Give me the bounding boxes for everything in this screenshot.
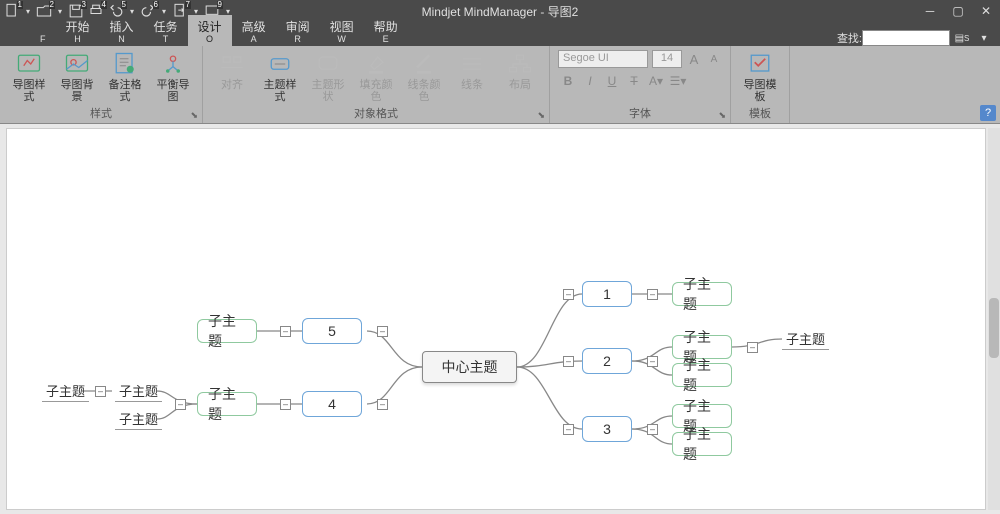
dialog-launcher-icon[interactable]: ⬊ xyxy=(190,110,198,121)
fill-color-button: 填充颜色 xyxy=(355,50,397,104)
font-size-select[interactable]: 14 xyxy=(652,50,682,68)
grow-font-icon[interactable]: A xyxy=(686,52,702,67)
topic-right-3[interactable]: 3 xyxy=(582,416,632,442)
map-background-button[interactable]: 导图背景 xyxy=(56,50,98,104)
scrollbar-thumb[interactable] xyxy=(989,298,999,358)
tab-review[interactable]: 审阅R xyxy=(276,15,320,46)
connector-lines xyxy=(7,129,985,509)
notes-format-button[interactable]: 备注格式 xyxy=(104,50,146,104)
collapse-toggle[interactable]: – xyxy=(175,399,186,410)
ribbon: 导图样式 导图背景 备注格式 平衡导图 样式⬊ 对齐 主题样式 主题形状 填充颜… xyxy=(0,46,1000,124)
highlight-button[interactable]: ☰▾ xyxy=(668,72,688,90)
subtopic[interactable]: 子主题 xyxy=(672,432,732,456)
central-topic[interactable]: 中心主题 xyxy=(422,351,517,383)
map-style-button[interactable]: 导图样式 xyxy=(8,50,50,104)
help-icon[interactable]: ? xyxy=(980,105,996,121)
close-icon[interactable]: ✕ xyxy=(972,0,1000,22)
collapse-toggle[interactable]: – xyxy=(647,356,658,367)
mindmap-canvas[interactable]: 中心主题 1 – 子主题 2 – 子主题 子主题 – 子主题 3 – 子主题 子… xyxy=(6,128,986,510)
subtopic[interactable]: 子主题 xyxy=(672,363,732,387)
collapse-toggle[interactable]: – xyxy=(280,399,291,410)
tab-home[interactable]: 开始H xyxy=(56,15,100,46)
window-controls: ─ ▢ ✕ xyxy=(916,0,1000,22)
underline-button[interactable]: U xyxy=(602,72,622,90)
dialog-launcher-icon[interactable]: ⬊ xyxy=(718,110,726,121)
italic-button[interactable]: I xyxy=(580,72,600,90)
align-button: 对齐 xyxy=(211,50,253,104)
tab-task[interactable]: 任务T xyxy=(144,15,188,46)
topic-shape-button: 主题形状 xyxy=(307,50,349,104)
leaf-topic[interactable]: 子主题 xyxy=(782,329,829,350)
minimize-icon[interactable]: ─ xyxy=(916,0,944,22)
ribbon-group-style: 导图样式 导图背景 备注格式 平衡导图 样式⬊ xyxy=(0,46,203,123)
search-dropdown-icon[interactable]: ▾ xyxy=(974,30,994,46)
collapse-toggle[interactable]: – xyxy=(563,424,574,435)
map-template-button[interactable]: 导图模板 xyxy=(739,50,781,104)
bold-button[interactable]: B xyxy=(558,72,578,90)
collapse-toggle[interactable]: – xyxy=(563,356,574,367)
collapse-toggle[interactable]: – xyxy=(95,386,106,397)
leaf-topic[interactable]: 子主题 xyxy=(115,409,162,430)
tab-help[interactable]: 帮助E xyxy=(364,15,408,46)
subtopic[interactable]: 子主题 xyxy=(197,319,257,343)
search-label: 查找: xyxy=(837,30,862,46)
qat-new-icon[interactable]: 1 xyxy=(2,2,22,20)
line-button: 线条 xyxy=(451,50,493,104)
qat-dropdown-icon[interactable]: ▾ xyxy=(22,7,34,16)
ribbon-group-template: 导图模板 模板 xyxy=(731,46,790,123)
canvas-area: 中心主题 1 – 子主题 2 – 子主题 子主题 – 子主题 3 – 子主题 子… xyxy=(0,124,1000,514)
tab-insert[interactable]: 插入N xyxy=(100,15,144,46)
dialog-launcher-icon[interactable]: ⬊ xyxy=(537,110,545,121)
collapse-toggle[interactable]: – xyxy=(563,289,574,300)
tab-design[interactable]: 设计O xyxy=(188,15,232,46)
subtopic[interactable]: 子主题 xyxy=(197,392,257,416)
topic-right-1[interactable]: 1 xyxy=(582,281,632,307)
collapse-toggle[interactable]: – xyxy=(280,326,291,337)
font-family-select[interactable]: Segoe UI xyxy=(558,50,648,68)
collapse-toggle[interactable]: – xyxy=(647,289,658,300)
leaf-topic[interactable]: 子主题 xyxy=(115,381,162,402)
leaf-topic[interactable]: 子主题 xyxy=(42,381,89,402)
tab-advanced[interactable]: 高级A xyxy=(232,15,276,46)
collapse-toggle[interactable]: – xyxy=(747,342,758,353)
collapse-toggle[interactable]: – xyxy=(377,326,388,337)
topic-left-4[interactable]: 4 xyxy=(302,391,362,417)
strike-button[interactable]: T xyxy=(624,72,644,90)
search-input[interactable] xyxy=(862,30,950,46)
topic-style-button[interactable]: 主题样式 xyxy=(259,50,301,104)
topic-right-2[interactable]: 2 xyxy=(582,348,632,374)
search-area: 查找: ▤S ▾ xyxy=(837,30,994,46)
collapse-toggle[interactable]: – xyxy=(647,424,658,435)
balance-map-button[interactable]: 平衡导图 xyxy=(152,50,194,104)
tab-file[interactable]: F xyxy=(30,32,56,46)
layout-button: 布局 xyxy=(499,50,541,104)
search-shortcut-icon[interactable]: ▤S xyxy=(952,30,972,46)
maximize-icon[interactable]: ▢ xyxy=(944,0,972,22)
qat-open-icon[interactable]: 2 xyxy=(34,2,54,20)
ribbon-group-font: Segoe UI 14 A A B I U T A▾ ☰▾ 字体⬊ xyxy=(550,46,731,123)
ribbon-tabs: F 开始H 插入N 任务T 设计O 高级A 审阅R 视图W 帮助E 查找: ▤S… xyxy=(0,22,1000,46)
topic-left-5[interactable]: 5 xyxy=(302,318,362,344)
tab-view[interactable]: 视图W xyxy=(320,15,364,46)
collapse-toggle[interactable]: – xyxy=(377,399,388,410)
font-color-button[interactable]: A▾ xyxy=(646,72,666,90)
shrink-font-icon[interactable]: A xyxy=(706,54,722,65)
subtopic[interactable]: 子主题 xyxy=(672,282,732,306)
ribbon-group-object-format: 对齐 主题样式 主题形状 填充颜色 线条颜色 线条 布局 对象格式⬊ xyxy=(203,46,550,123)
vertical-scrollbar[interactable] xyxy=(988,128,1000,510)
line-color-button: 线条颜色 xyxy=(403,50,445,104)
app-title: Mindjet MindManager - 导图2 xyxy=(422,3,579,20)
